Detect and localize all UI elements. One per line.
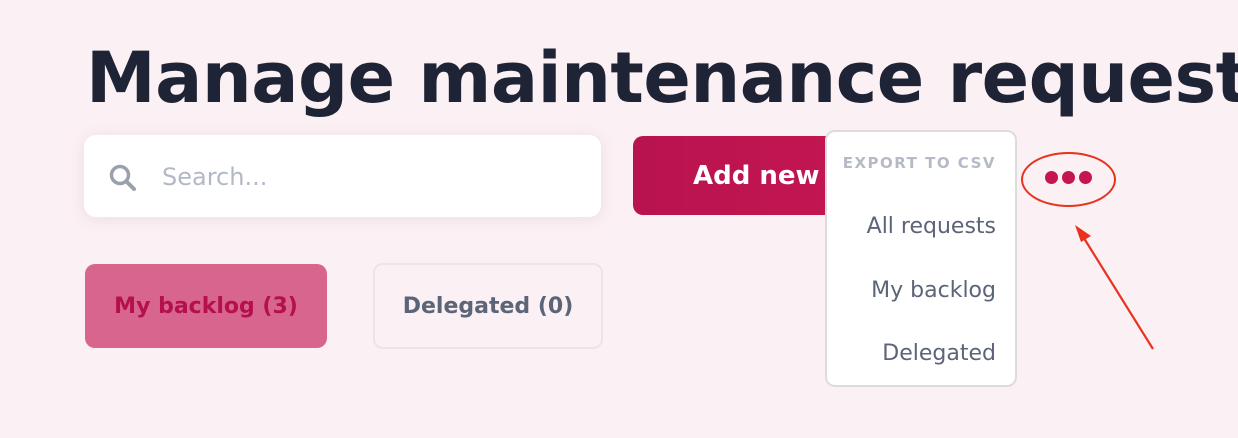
page-title: Manage maintenance requests	[86, 37, 1238, 119]
annotation-circle	[1021, 152, 1116, 207]
export-delegated-item[interactable]: Delegated	[882, 341, 996, 366]
search-input[interactable]	[160, 155, 584, 199]
export-all-requests-item[interactable]: All requests	[867, 214, 996, 239]
export-my-backlog-item[interactable]: My backlog	[871, 278, 996, 303]
annotation-arrow	[1075, 225, 1154, 350]
export-dropdown-menu: EXPORT TO CSV All requests My backlog De…	[825, 130, 1017, 387]
search-icon	[108, 163, 138, 193]
more-options-button[interactable]	[1021, 152, 1116, 207]
tab-my-backlog[interactable]: My backlog (3)	[85, 264, 327, 348]
tab-delegated[interactable]: Delegated (0)	[373, 263, 603, 349]
search-box	[84, 135, 601, 217]
export-menu-heading: EXPORT TO CSV	[842, 154, 996, 172]
